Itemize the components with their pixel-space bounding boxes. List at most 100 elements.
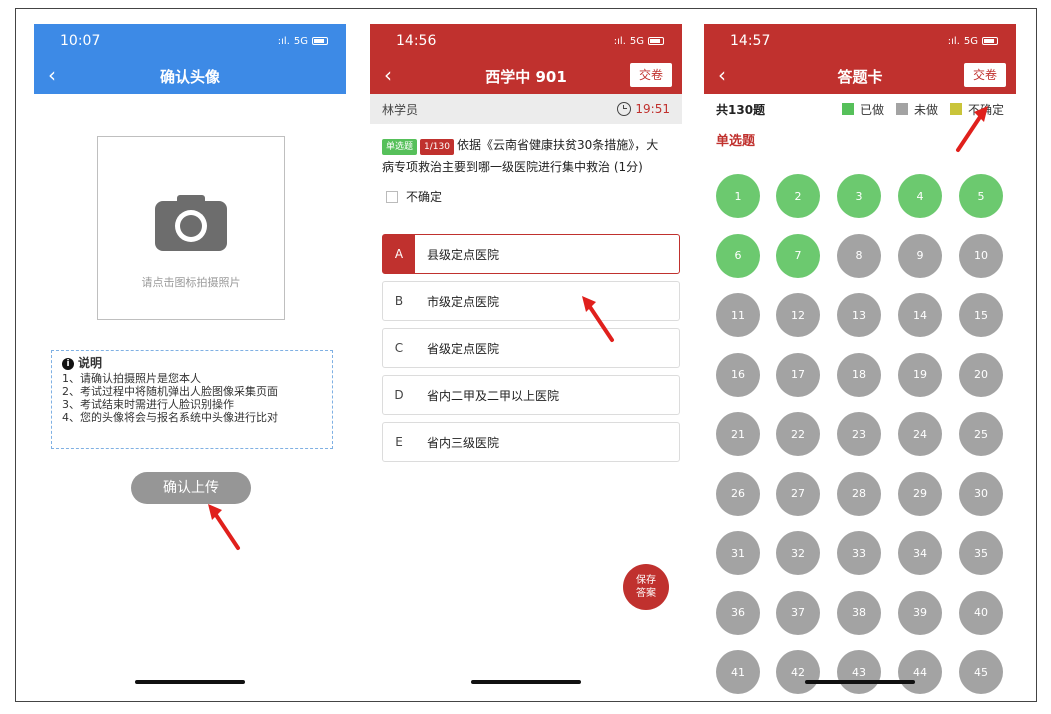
option-e[interactable]: E 省内三级医院 (382, 422, 680, 462)
back-icon[interactable]: ‹ (718, 64, 726, 86)
battery-icon (982, 37, 998, 45)
option-text: 省级定点医院 (427, 341, 500, 356)
question-cell-26[interactable]: 26 (716, 471, 760, 516)
option-b[interactable]: B 市级定点医院 (382, 281, 680, 321)
legend-label-done: 已做 (859, 102, 884, 117)
save-answer-button[interactable]: 保存 答案 (623, 564, 669, 610)
home-indicator (135, 680, 245, 684)
question-cell-8[interactable]: 8 (837, 233, 881, 278)
status-time: 10:07 (60, 33, 101, 49)
page-title: 确认头像 (159, 67, 220, 86)
back-icon[interactable]: ‹ (384, 64, 392, 86)
confirm-upload-button[interactable]: 确认上传 (131, 472, 251, 504)
question-number-badge: 1/130 (420, 139, 454, 155)
question-cell-41[interactable]: 41 (716, 650, 760, 694)
question-cell-16[interactable]: 16 (716, 352, 760, 397)
phone-answer-sheet: 14:57 :ıl. 5G ‹ 答题卡 交卷 共130题 已做 未做 单选题 1… (704, 24, 1016, 694)
question-cell-1[interactable]: 1 (716, 174, 760, 218)
question-cell-38[interactable]: 38 (837, 590, 881, 635)
question-cell-14[interactable]: 14 (898, 293, 942, 337)
question-cell-13[interactable]: 13 (837, 293, 881, 337)
question-cell-39[interactable]: 39 (898, 590, 942, 635)
question-cell-18[interactable]: 18 (837, 352, 881, 397)
question-cell-40[interactable]: 40 (959, 590, 1003, 635)
question-cell-37[interactable]: 37 (776, 590, 820, 635)
question-cell-22[interactable]: 22 (776, 412, 820, 456)
option-text: 县级定点医院 (427, 247, 500, 262)
question-cell-34[interactable]: 34 (898, 531, 942, 575)
battery-icon (648, 37, 664, 45)
question-cell-42[interactable]: 42 (776, 650, 820, 694)
question-cell-29[interactable]: 29 (898, 471, 942, 516)
status-bar: 10:07 :ıl. 5G (34, 24, 346, 58)
uncertain-checkbox-row[interactable]: 不确定 (370, 178, 682, 205)
uncertain-checkbox[interactable] (386, 190, 398, 203)
instruction-item: 3、考试结束时需进行人脸识别操作 (62, 398, 234, 411)
question-cell-27[interactable]: 27 (776, 471, 820, 516)
status-time: 14:56 (396, 33, 437, 49)
instruction-item: 4、您的头像将会与报名系统中头像进行比对 (62, 411, 278, 424)
student-name: 林学员 (382, 102, 419, 117)
question-cell-23[interactable]: 23 (837, 412, 881, 456)
question-cell-44[interactable]: 44 (898, 650, 942, 694)
header: 10:07 :ıl. 5G ‹ 确认头像 (34, 24, 346, 94)
question-cell-43[interactable]: 43 (837, 650, 881, 694)
question-cell-15[interactable]: 15 (959, 293, 1003, 337)
status-bar: 14:56 :ıl. 5G (370, 24, 682, 58)
screenshot-frame: 10:07 :ıl. 5G ‹ 确认头像 请点击图标拍摄照片 i 说明 1、请确… (15, 8, 1037, 702)
photo-capture-area[interactable]: 请点击图标拍摄照片 (97, 136, 285, 320)
submit-exam-button[interactable]: 交卷 (630, 63, 672, 87)
signal-icon: :ıl. (947, 35, 960, 47)
status-bar: 14:57 :ıl. 5G (704, 24, 1016, 58)
phone-confirm-avatar: 10:07 :ıl. 5G ‹ 确认头像 请点击图标拍摄照片 i 说明 1、请确… (34, 24, 346, 694)
question-cell-3[interactable]: 3 (837, 174, 881, 218)
question-cell-35[interactable]: 35 (959, 531, 1003, 575)
question-cell-36[interactable]: 36 (716, 590, 760, 635)
question-cell-9[interactable]: 9 (898, 233, 942, 278)
option-c[interactable]: C 省级定点医院 (382, 328, 680, 368)
back-icon[interactable]: ‹ (48, 64, 56, 86)
uncertain-label: 不确定 (406, 190, 443, 204)
question-cell-2[interactable]: 2 (776, 174, 820, 218)
question-cell-7[interactable]: 7 (776, 233, 820, 278)
option-d[interactable]: D 省内二甲及二甲以上医院 (382, 375, 680, 415)
header: 14:56 :ıl. 5G ‹ 西学中 901 交卷 (370, 24, 682, 94)
info-icon: i (62, 357, 74, 370)
camera-icon[interactable] (155, 195, 227, 251)
instructions-title: i 说明 (62, 357, 322, 370)
question-cell-24[interactable]: 24 (898, 412, 942, 456)
question-cell-33[interactable]: 33 (837, 531, 881, 575)
signal-indicator: :ıl. 5G (948, 36, 998, 47)
network-label: 5G (293, 35, 308, 47)
status-time: 14:57 (730, 33, 771, 49)
option-letter: C (394, 341, 404, 355)
question-cell-30[interactable]: 30 (959, 471, 1003, 516)
question-cell-45[interactable]: 45 (959, 650, 1003, 694)
network-label: 5G (963, 35, 978, 47)
instruction-item: 2、考试过程中将随机弹出人脸图像采集页面 (62, 385, 278, 398)
question-cell-28[interactable]: 28 (837, 471, 881, 516)
instruction-item: 1、请确认拍摄照片是您本人 (62, 372, 201, 385)
red-arrow-icon (956, 106, 988, 152)
home-indicator (805, 680, 915, 684)
question-cell-10[interactable]: 10 (959, 233, 1003, 278)
option-letter: D (394, 388, 404, 402)
question-cell-12[interactable]: 12 (776, 293, 820, 337)
signal-icon: :ıl. (613, 35, 626, 47)
question-type-badge: 单选题 (382, 139, 418, 155)
question-cell-25[interactable]: 25 (959, 412, 1003, 456)
question-cell-4[interactable]: 4 (898, 174, 942, 218)
question-cell-20[interactable]: 20 (959, 352, 1003, 397)
question-cell-5[interactable]: 5 (959, 174, 1003, 218)
question-cell-17[interactable]: 17 (776, 352, 820, 397)
option-a[interactable]: A 县级定点医院 (382, 234, 680, 274)
question-cell-21[interactable]: 21 (716, 412, 760, 456)
question-cell-11[interactable]: 11 (716, 293, 760, 337)
question-cell-32[interactable]: 32 (776, 531, 820, 575)
question-cell-31[interactable]: 31 (716, 531, 760, 575)
option-text: 市级定点医院 (427, 294, 500, 309)
submit-exam-button[interactable]: 交卷 (964, 63, 1006, 87)
question-cell-19[interactable]: 19 (898, 352, 942, 397)
header: 14:57 :ıl. 5G ‹ 答题卡 交卷 (704, 24, 1016, 94)
question-cell-6[interactable]: 6 (716, 233, 760, 278)
